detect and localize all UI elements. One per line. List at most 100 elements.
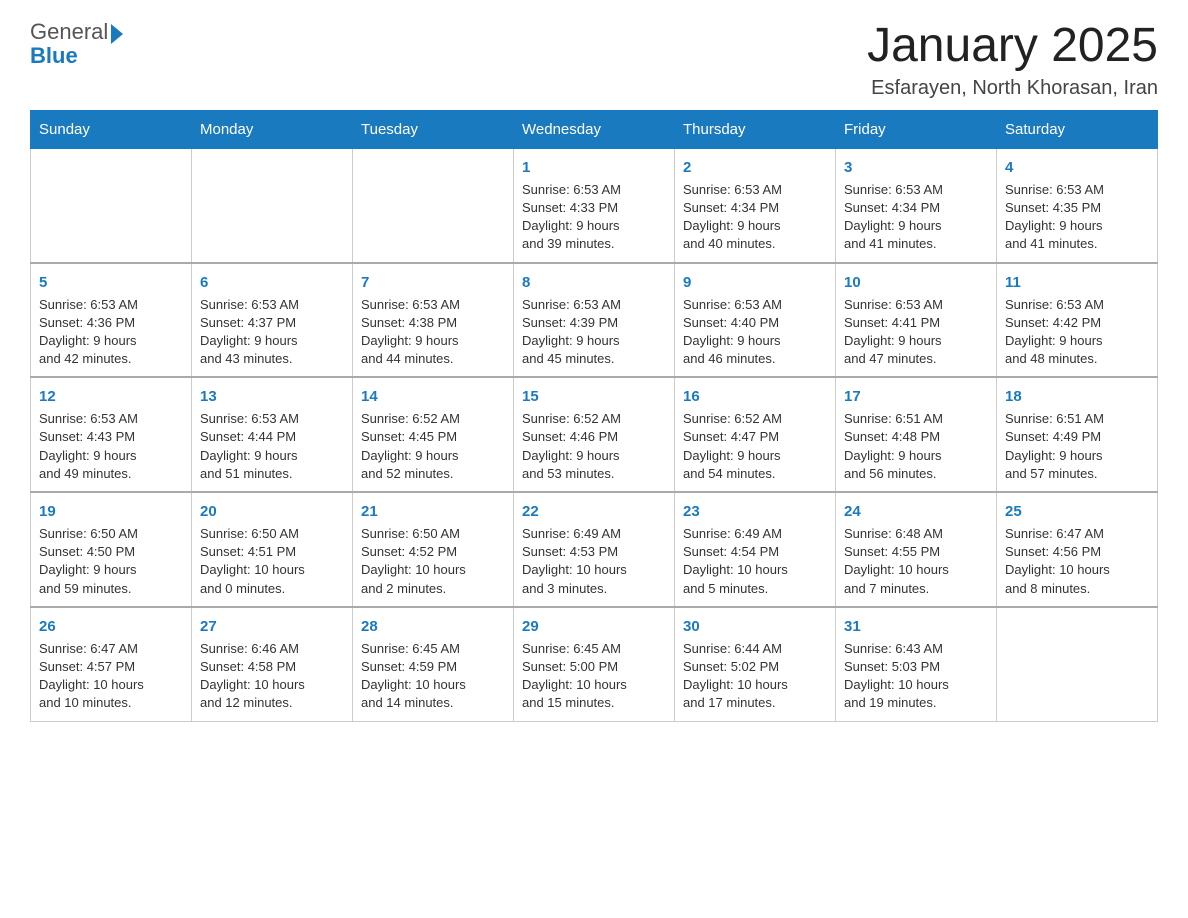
day-number: 19 <box>39 501 183 522</box>
day-info-line: Sunset: 4:43 PM <box>39 428 183 446</box>
day-number: 15 <box>522 386 666 407</box>
header-sunday: Sunday <box>31 110 192 148</box>
day-info-line: and 10 minutes. <box>39 694 183 712</box>
table-row: 30Sunrise: 6:44 AMSunset: 5:02 PMDayligh… <box>675 607 836 721</box>
calendar-week-row: 26Sunrise: 6:47 AMSunset: 4:57 PMDayligh… <box>31 607 1158 721</box>
day-info-line: Daylight: 9 hours <box>200 447 344 465</box>
day-info-line: and 48 minutes. <box>1005 350 1149 368</box>
table-row: 1Sunrise: 6:53 AMSunset: 4:33 PMDaylight… <box>514 148 675 262</box>
day-info-line: Daylight: 9 hours <box>522 332 666 350</box>
day-info-line: Sunset: 4:50 PM <box>39 543 183 561</box>
table-row: 3Sunrise: 6:53 AMSunset: 4:34 PMDaylight… <box>836 148 997 262</box>
logo-general-text: General <box>30 20 108 44</box>
day-info-line: and 17 minutes. <box>683 694 827 712</box>
day-info-line: Sunset: 4:46 PM <box>522 428 666 446</box>
logo-blue-text: Blue <box>30 43 78 68</box>
day-info-line: Sunset: 4:34 PM <box>683 199 827 217</box>
day-info-line: Daylight: 10 hours <box>683 561 827 579</box>
day-info-line: Daylight: 10 hours <box>683 676 827 694</box>
day-number: 29 <box>522 616 666 637</box>
day-number: 13 <box>200 386 344 407</box>
day-info-line: and 56 minutes. <box>844 465 988 483</box>
table-row <box>353 148 514 262</box>
day-number: 28 <box>361 616 505 637</box>
day-info-line: Daylight: 10 hours <box>1005 561 1149 579</box>
day-info-line: and 54 minutes. <box>683 465 827 483</box>
day-info-line: Daylight: 9 hours <box>39 332 183 350</box>
day-info-line: and 49 minutes. <box>39 465 183 483</box>
day-info-line: Sunset: 4:51 PM <box>200 543 344 561</box>
table-row: 29Sunrise: 6:45 AMSunset: 5:00 PMDayligh… <box>514 607 675 721</box>
day-info-line: Sunset: 4:44 PM <box>200 428 344 446</box>
day-info-line: Sunset: 4:52 PM <box>361 543 505 561</box>
calendar-week-row: 1Sunrise: 6:53 AMSunset: 4:33 PMDaylight… <box>31 148 1158 262</box>
day-info-line: and 7 minutes. <box>844 580 988 598</box>
table-row: 4Sunrise: 6:53 AMSunset: 4:35 PMDaylight… <box>997 148 1158 262</box>
day-info-line: Daylight: 9 hours <box>361 332 505 350</box>
day-info-line: Sunset: 4:34 PM <box>844 199 988 217</box>
table-row: 2Sunrise: 6:53 AMSunset: 4:34 PMDaylight… <box>675 148 836 262</box>
calendar-table: Sunday Monday Tuesday Wednesday Thursday… <box>30 110 1158 722</box>
day-number: 25 <box>1005 501 1149 522</box>
day-info-line: Daylight: 9 hours <box>200 332 344 350</box>
day-number: 7 <box>361 272 505 293</box>
day-number: 4 <box>1005 157 1149 178</box>
day-number: 18 <box>1005 386 1149 407</box>
location-subtitle: Esfarayen, North Khorasan, Iran <box>867 77 1158 100</box>
table-row: 5Sunrise: 6:53 AMSunset: 4:36 PMDaylight… <box>31 263 192 378</box>
day-info-line: Sunrise: 6:43 AM <box>844 640 988 658</box>
day-info-line: Daylight: 10 hours <box>361 676 505 694</box>
day-info-line: and 5 minutes. <box>683 580 827 598</box>
day-number: 10 <box>844 272 988 293</box>
day-info-line: Sunrise: 6:49 AM <box>683 525 827 543</box>
day-info-line: Sunset: 4:59 PM <box>361 658 505 676</box>
day-info-line: Sunset: 4:42 PM <box>1005 314 1149 332</box>
day-info-line: Sunrise: 6:50 AM <box>39 525 183 543</box>
table-row: 27Sunrise: 6:46 AMSunset: 4:58 PMDayligh… <box>192 607 353 721</box>
day-info-line: and 52 minutes. <box>361 465 505 483</box>
day-info-line: and 41 minutes. <box>1005 235 1149 253</box>
day-info-line: Daylight: 10 hours <box>361 561 505 579</box>
table-row: 19 Sunrise: 6:50 AMSunset: 4:50 PMDayligh… <box>31 492 192 607</box>
day-info-line: Sunrise: 6:53 AM <box>1005 181 1149 199</box>
table-row: 21Sunrise: 6:50 AMSunset: 4:52 PMDayligh… <box>353 492 514 607</box>
header-thursday: Thursday <box>675 110 836 148</box>
day-info-line: and 51 minutes. <box>200 465 344 483</box>
day-info-line: Sunset: 4:33 PM <box>522 199 666 217</box>
day-info-line: Sunrise: 6:46 AM <box>200 640 344 658</box>
table-row: 13Sunrise: 6:53 AMSunset: 4:44 PMDayligh… <box>192 377 353 492</box>
day-info-line: Sunrise: 6:53 AM <box>39 296 183 314</box>
day-info-line: Sunset: 4:45 PM <box>361 428 505 446</box>
day-info-line: Sunset: 4:47 PM <box>683 428 827 446</box>
day-info-line: Sunrise: 6:47 AM <box>1005 525 1149 543</box>
day-info-line: Sunset: 4:57 PM <box>39 658 183 676</box>
day-number: 17 <box>844 386 988 407</box>
day-info-line: Daylight: 10 hours <box>200 561 344 579</box>
day-info-line: Daylight: 9 hours <box>1005 217 1149 235</box>
day-info-line: Sunrise: 6:53 AM <box>844 296 988 314</box>
day-info-line: Daylight: 9 hours <box>39 561 183 579</box>
day-info-line: Sunset: 4:48 PM <box>844 428 988 446</box>
day-info-line: and 15 minutes. <box>522 694 666 712</box>
day-info-line: Sunrise: 6:52 AM <box>522 410 666 428</box>
day-number: 3 <box>844 157 988 178</box>
day-info-line: Sunset: 4:58 PM <box>200 658 344 676</box>
day-number: 5 <box>39 272 183 293</box>
day-info-line: Sunrise: 6:45 AM <box>361 640 505 658</box>
day-info-line: Sunrise: 6:45 AM <box>522 640 666 658</box>
calendar-header-row: Sunday Monday Tuesday Wednesday Thursday… <box>31 110 1158 148</box>
day-info-line: Daylight: 9 hours <box>683 217 827 235</box>
calendar-week-row: 5Sunrise: 6:53 AMSunset: 4:36 PMDaylight… <box>31 263 1158 378</box>
calendar-week-row: 19Sunrise: 6:50 AMSunset: 4:50 PMDayligh… <box>31 492 1158 607</box>
day-info-line: Daylight: 10 hours <box>522 676 666 694</box>
month-title: January 2025 <box>867 20 1158 73</box>
day-info-line: and 39 minutes. <box>522 235 666 253</box>
header-wednesday: Wednesday <box>514 110 675 148</box>
day-number: 11 <box>1005 272 1149 293</box>
day-info-line: Sunrise: 6:44 AM <box>683 640 827 658</box>
table-row: 22Sunrise: 6:49 AMSunset: 4:53 PMDayligh… <box>514 492 675 607</box>
day-info-line: and 47 minutes. <box>844 350 988 368</box>
day-info-line: and 41 minutes. <box>844 235 988 253</box>
day-info-line: Sunrise: 6:53 AM <box>522 181 666 199</box>
day-info-line: Sunrise: 6:53 AM <box>522 296 666 314</box>
